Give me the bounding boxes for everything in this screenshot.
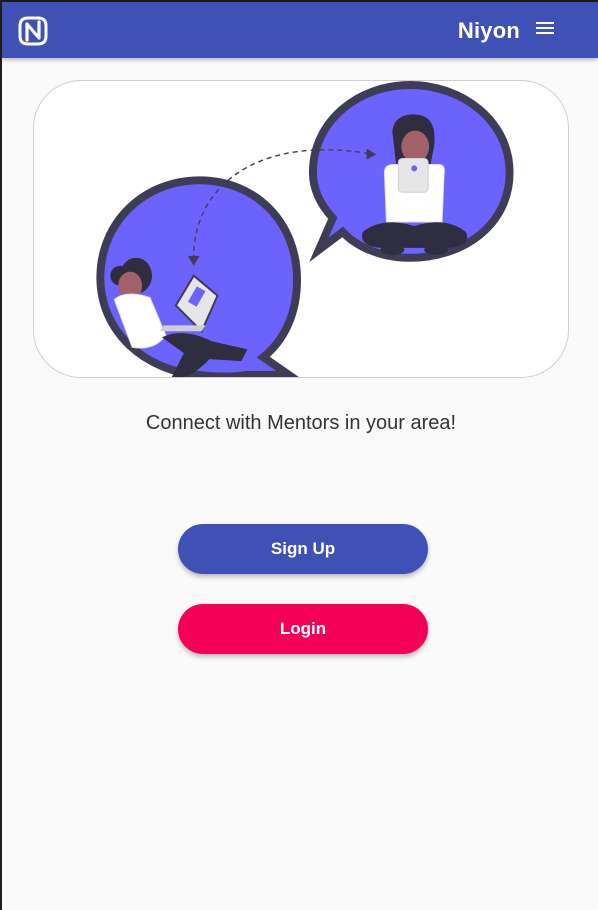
signup-button[interactable]: Sign Up [178,524,428,574]
hamburger-menu-icon[interactable] [536,22,554,38]
brand-title[interactable]: Niyon [458,18,520,44]
hero-illustration-card [33,80,569,378]
top-app-bar: Niyon [2,0,598,58]
niyon-logo-icon[interactable] [16,14,50,48]
login-button[interactable]: Login [178,604,428,654]
mentoring-illustration [96,81,514,377]
tagline: Connect with Mentors in your area! [145,412,457,434]
